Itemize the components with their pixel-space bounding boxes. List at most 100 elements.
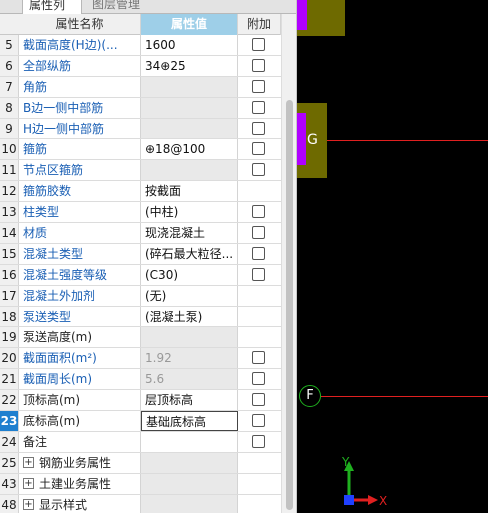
property-value[interactable] <box>141 494 238 513</box>
property-name: 混凝土强度等级 <box>19 264 141 285</box>
property-name: 混凝土外加剂 <box>19 285 141 306</box>
property-name: 截面高度(H边)(... <box>19 35 141 55</box>
header-attach[interactable]: 附加 <box>238 14 281 35</box>
attach-cell <box>238 98 281 118</box>
property-value[interactable] <box>141 97 238 118</box>
table-row[interactable]: 23 底标高(m) 基础底标高 <box>0 411 281 432</box>
table-row[interactable]: 24 备注 <box>0 431 281 453</box>
table-row[interactable]: 21 截面周长(m) 5.6 <box>0 369 281 391</box>
tab-layer-management[interactable]: 图层管理 <box>86 0 150 14</box>
table-row[interactable]: 17 混凝土外加剂 (无) <box>0 285 281 307</box>
attach-checkbox[interactable] <box>252 163 265 177</box>
attach-checkbox[interactable] <box>252 372 265 386</box>
property-value[interactable] <box>141 452 238 473</box>
property-name: H边一侧中部筋 <box>19 118 141 139</box>
property-value[interactable] <box>141 431 238 452</box>
table-row[interactable]: 14 材质 现浇混凝土 <box>0 223 281 244</box>
property-name: 底标高(m) <box>19 411 141 431</box>
table-row[interactable]: 8 B边一侧中部筋 <box>0 97 281 119</box>
property-value[interactable]: (无) <box>141 285 238 306</box>
attach-checkbox[interactable] <box>252 267 265 281</box>
table-row[interactable]: 15 混凝土类型 (碎石最大粒径... <box>0 243 281 265</box>
property-value[interactable] <box>141 76 238 97</box>
attach-checkbox[interactable] <box>252 393 265 407</box>
table-row[interactable]: 20 截面面积(m²) 1.92 <box>0 348 281 370</box>
property-value[interactable] <box>141 118 238 139</box>
row-number: 18 <box>0 306 19 327</box>
table-row[interactable]: 19 泵送高度(m) <box>0 327 281 349</box>
property-value[interactable]: 1600 <box>141 35 238 55</box>
row-number: 9 <box>0 118 19 139</box>
table-row[interactable]: 48 + 显示样式 <box>0 494 281 513</box>
attach-checkbox[interactable] <box>252 351 265 365</box>
attach-checkbox[interactable] <box>252 434 265 448</box>
property-value[interactable]: 34⊕25 <box>141 55 238 76</box>
attach-checkbox[interactable] <box>252 58 265 72</box>
attach-checkbox[interactable] <box>252 121 265 135</box>
row-number: 11 <box>0 160 19 181</box>
attach-cell <box>238 495 281 513</box>
vertical-scrollbar[interactable] <box>281 14 296 513</box>
expand-icon[interactable]: + <box>23 498 34 510</box>
property-value[interactable] <box>141 160 238 181</box>
property-value[interactable]: (中柱) <box>141 202 238 223</box>
attach-checkbox[interactable] <box>252 246 265 260</box>
property-value[interactable]: 层顶标高 <box>141 390 238 411</box>
attach-checkbox[interactable] <box>252 226 265 240</box>
table-row[interactable]: 9 H边一侧中部筋 <box>0 118 281 140</box>
expand-icon[interactable]: + <box>23 477 34 489</box>
attach-checkbox[interactable] <box>252 205 265 219</box>
attach-cell <box>238 286 281 306</box>
ucs-y-label: Y <box>341 455 350 469</box>
row-number: 19 <box>0 327 19 348</box>
expand-icon[interactable]: + <box>23 456 34 468</box>
ucs-x-label: X <box>379 494 387 508</box>
scrollbar-thumb[interactable] <box>286 100 293 510</box>
property-value[interactable]: 5.6 <box>141 369 238 390</box>
header-property-name[interactable]: 属性名称 <box>19 14 141 35</box>
property-value[interactable]: 1.92 <box>141 348 238 369</box>
attach-checkbox[interactable] <box>252 100 265 114</box>
property-value[interactable]: 现浇混凝土 <box>141 223 238 243</box>
attach-cell <box>238 244 281 264</box>
property-value[interactable]: 基础底标高 <box>141 411 238 431</box>
property-value[interactable]: (混凝土泵) <box>141 306 238 327</box>
property-value[interactable] <box>141 327 238 348</box>
property-value[interactable]: (碎石最大粒径... <box>141 243 238 264</box>
row-number: 48 <box>0 494 19 513</box>
attach-checkbox[interactable] <box>252 142 265 156</box>
property-name: 混凝土类型 <box>19 243 141 264</box>
table-row[interactable]: 10 箍筋 ⊕18@100 <box>0 139 281 161</box>
attach-checkbox[interactable] <box>252 79 265 93</box>
property-name: + 土建业务属性 <box>19 473 141 494</box>
table-row[interactable]: 18 泵送类型 (混凝土泵) <box>0 306 281 328</box>
property-value[interactable] <box>141 473 238 494</box>
row-number: 14 <box>0 223 19 243</box>
drawing-canvas[interactable]: G F Y X <box>297 0 488 513</box>
table-row[interactable]: 22 顶标高(m) 层顶标高 <box>0 390 281 412</box>
property-value[interactable]: ⊕18@100 <box>141 139 238 160</box>
table-row[interactable]: 25 + 钢筋业务属性 <box>0 452 281 474</box>
attach-checkbox[interactable] <box>252 38 265 51</box>
table-row[interactable]: 43 + 土建业务属性 <box>0 473 281 495</box>
header-property-value[interactable]: 属性值 <box>141 14 238 35</box>
table-row[interactable]: 16 混凝土强度等级 (C30) <box>0 264 281 286</box>
row-number: 25 <box>0 452 19 473</box>
column-marker-top <box>297 0 307 30</box>
axis-line-g <box>327 140 488 141</box>
axis-label-g: G <box>307 132 318 148</box>
attach-cell <box>238 35 281 55</box>
table-row[interactable]: 5 截面高度(H边)(... 1600 <box>0 35 281 56</box>
row-number: 12 <box>0 181 19 202</box>
tab-property-list[interactable]: 属性列表 <box>22 0 82 32</box>
row-number: 16 <box>0 264 19 285</box>
table-row[interactable]: 11 节点区箍筋 <box>0 160 281 182</box>
property-value[interactable]: 按截面 <box>141 181 238 202</box>
table-row[interactable]: 7 角筋 <box>0 76 281 98</box>
table-row[interactable]: 13 柱类型 (中柱) <box>0 202 281 224</box>
table-row[interactable]: 6 全部纵筋 34⊕25 <box>0 55 281 77</box>
attach-checkbox[interactable] <box>252 414 265 428</box>
axis-label-f[interactable]: F <box>299 385 321 407</box>
table-row[interactable]: 12 箍筋胶数 按截面 <box>0 181 281 203</box>
property-value[interactable]: (C30) <box>141 264 238 285</box>
